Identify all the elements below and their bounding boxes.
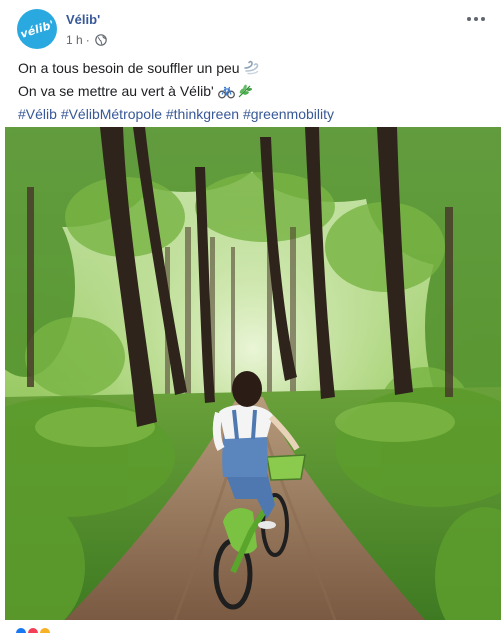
haha-reaction-icon: [38, 626, 52, 633]
meta-separator: ·: [85, 33, 90, 47]
bicycle-emoji: [217, 84, 235, 104]
globe-icon[interactable]: [94, 34, 107, 46]
message-line-2-text: On va se mettre au vert à Vélib': [18, 83, 214, 99]
message-line-1: On a tous besoin de souffler un peu: [18, 58, 488, 81]
post-header: vélib' Vélib' 1 h ·: [0, 0, 501, 56]
hashtag-velib-metropole[interactable]: #VélibMétropole: [61, 106, 162, 122]
message-line-1-text: On a tous besoin de souffler un peu: [18, 60, 240, 76]
herb-emoji: [237, 83, 253, 104]
page-avatar[interactable]: vélib': [17, 9, 57, 49]
facebook-post: vélib' Vélib' 1 h · On a tous besoin de …: [0, 0, 501, 633]
hashtag-thinkgreen[interactable]: #thinkgreen: [166, 106, 239, 122]
hashtag-velib[interactable]: #Vélib: [18, 106, 57, 122]
more-options-icon[interactable]: [463, 10, 489, 28]
dash-emoji: [243, 60, 260, 81]
hashtag-greenmobility[interactable]: #greenmobility: [243, 106, 334, 122]
post-meta: 1 h ·: [66, 33, 107, 47]
avatar-logo-text: vélib': [18, 17, 56, 41]
message-line-2: On va se mettre au vert à Vélib': [18, 81, 488, 104]
post-photo[interactable]: [5, 127, 501, 620]
forest-cyclist-image: [5, 127, 501, 620]
page-name-link[interactable]: Vélib': [66, 12, 100, 27]
post-timestamp[interactable]: 1 h: [66, 33, 83, 47]
post-message: On a tous besoin de souffler un peu On v…: [18, 58, 488, 124]
hashtag-list: #Vélib #VélibMétropole #thinkgreen #gree…: [18, 104, 488, 124]
